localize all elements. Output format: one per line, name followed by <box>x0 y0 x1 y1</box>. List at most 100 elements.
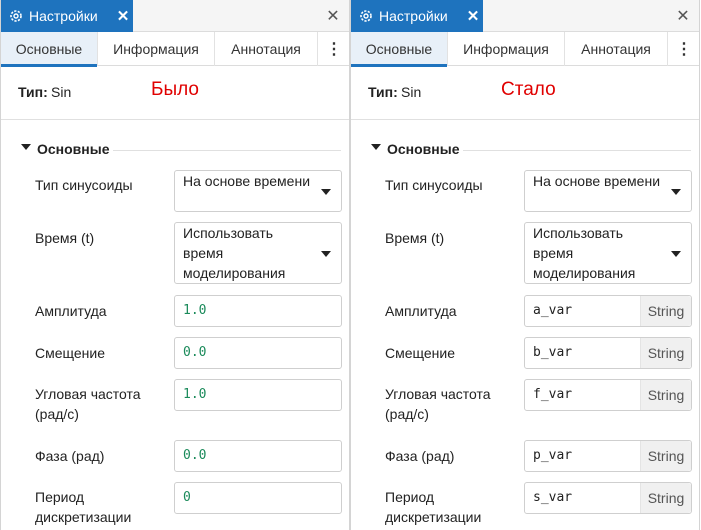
panel-titlebar: Настройки ✕ ✕ <box>351 0 699 32</box>
prop-label: Угловая частота (рад/с) <box>35 386 141 422</box>
row-sine-type: Тип синусоиды На основе времени <box>351 170 699 212</box>
type-tag: String <box>640 441 691 471</box>
frequency-input[interactable]: f_var String <box>524 379 692 411</box>
row-time: Время (t) Использовать время моделирован… <box>1 222 349 284</box>
section-title: Основные <box>37 141 110 157</box>
prop-label: Тип синусоиды <box>385 177 483 193</box>
panel-titlebar: Настройки ✕ ✕ <box>1 0 349 32</box>
section-divider <box>463 150 691 151</box>
phase-input[interactable]: p_var String <box>524 440 692 472</box>
prop-label: Период дискретизации <box>385 489 482 525</box>
input-value: s_var <box>533 490 573 505</box>
type-row: Тип: Sin Стало <box>351 66 699 120</box>
tab-title: Настройки <box>379 8 448 24</box>
caret-down-icon[interactable] <box>21 144 31 150</box>
prop-label: Смещение <box>35 345 106 361</box>
input-value: a_var <box>533 303 573 318</box>
type-label: Тип: <box>368 84 398 100</box>
type-row: Тип: Sin Было <box>1 66 349 120</box>
row-offset: Смещение b_var String <box>351 337 699 369</box>
settings-panel-after: Настройки ✕ ✕ Основные Информация Аннота… <box>350 0 700 530</box>
prop-label: Угловая частота (рад/с) <box>385 386 491 422</box>
sine-type-select[interactable]: На основе времени <box>524 170 692 212</box>
state-label: Стало <box>501 79 556 100</box>
type-tag: String <box>640 483 691 513</box>
row-phase: Фаза (рад) p_var String <box>351 440 699 472</box>
input-value: b_var <box>533 345 573 360</box>
type-tag: String <box>640 338 691 368</box>
section-basic[interactable]: Основные <box>351 136 699 162</box>
gear-icon <box>9 9 23 23</box>
row-amplitude: Амплитуда a_var String <box>351 295 699 327</box>
tab-title: Настройки <box>29 8 98 24</box>
type-value: Sin <box>51 84 72 100</box>
sample-period-input[interactable]: 0 <box>174 482 342 514</box>
phase-input[interactable]: 0.0 <box>174 440 342 472</box>
sine-type-select[interactable]: На основе времени <box>174 170 342 212</box>
close-icon[interactable]: ✕ <box>325 6 341 26</box>
more-vertical-icon[interactable]: ⋮ <box>668 32 699 66</box>
select-value: На основе времени <box>183 173 311 189</box>
close-icon[interactable]: ✕ <box>463 7 483 25</box>
row-amplitude: Амплитуда 1.0 <box>1 295 349 327</box>
row-offset: Смещение 0.0 <box>1 337 349 369</box>
type-label: Тип: <box>18 84 48 100</box>
close-icon[interactable]: ✕ <box>675 6 691 26</box>
input-value: p_var <box>533 448 573 463</box>
select-value: На основе времени <box>533 173 661 189</box>
prop-label: Тип синусоиды <box>35 177 133 193</box>
caret-down-icon[interactable] <box>371 144 381 150</box>
chevron-down-icon <box>321 189 331 195</box>
subtab-bar: Основные Информация Аннотация ⋮ <box>1 32 349 67</box>
chevron-down-icon <box>671 251 681 257</box>
close-icon[interactable]: ✕ <box>113 7 133 25</box>
row-frequency: Угловая частота (рад/с) f_var String <box>351 379 699 423</box>
prop-label: Смещение <box>385 345 456 361</box>
prop-label: Амплитуда <box>35 303 107 319</box>
tab-annotation[interactable]: Аннотация <box>215 32 318 66</box>
chevron-down-icon <box>321 251 331 257</box>
section-divider <box>113 150 341 151</box>
input-value: f_var <box>533 387 573 402</box>
gear-icon <box>359 9 373 23</box>
select-value: Использовать время моделирования <box>183 225 286 281</box>
prop-label: Время (t) <box>385 230 445 246</box>
row-phase: Фаза (рад) 0.0 <box>1 440 349 472</box>
tab-basic[interactable]: Основные <box>351 32 448 67</box>
tab-settings[interactable]: Настройки ✕ <box>351 0 483 32</box>
settings-panel-before: Настройки ✕ ✕ Основные Информация Аннота… <box>0 0 350 530</box>
offset-input[interactable]: 0.0 <box>174 337 342 369</box>
type-value: Sin <box>401 84 422 100</box>
state-label: Было <box>151 79 199 100</box>
row-frequency: Угловая частота (рад/с) 1.0 <box>1 379 349 423</box>
prop-label: Амплитуда <box>385 303 457 319</box>
prop-label: Фаза (рад) <box>385 448 455 464</box>
time-select[interactable]: Использовать время моделирования <box>524 222 692 284</box>
tab-annotation[interactable]: Аннотация <box>565 32 668 66</box>
prop-label: Период дискретизации <box>35 489 132 525</box>
time-select[interactable]: Использовать время моделирования <box>174 222 342 284</box>
section-title: Основные <box>387 141 460 157</box>
row-sample-period: Период дискретизации 0 <box>1 482 349 530</box>
tab-basic[interactable]: Основные <box>1 32 98 67</box>
row-time: Время (t) Использовать время моделирован… <box>351 222 699 284</box>
section-basic[interactable]: Основные <box>1 136 349 162</box>
sample-period-input[interactable]: s_var String <box>524 482 692 514</box>
frequency-input[interactable]: 1.0 <box>174 379 342 411</box>
tab-info[interactable]: Информация <box>98 32 215 66</box>
chevron-down-icon <box>671 189 681 195</box>
tab-info[interactable]: Информация <box>448 32 565 66</box>
amplitude-input[interactable]: 1.0 <box>174 295 342 327</box>
tab-settings[interactable]: Настройки ✕ <box>1 0 133 32</box>
subtab-bar: Основные Информация Аннотация ⋮ <box>351 32 699 67</box>
amplitude-input[interactable]: a_var String <box>524 295 692 327</box>
type-tag: String <box>640 380 691 410</box>
offset-input[interactable]: b_var String <box>524 337 692 369</box>
select-value: Использовать время моделирования <box>533 225 636 281</box>
row-sample-period: Период дискретизации s_var String <box>351 482 699 530</box>
prop-label: Время (t) <box>35 230 95 246</box>
row-sine-type: Тип синусоиды На основе времени <box>1 170 349 212</box>
prop-label: Фаза (рад) <box>35 448 105 464</box>
more-vertical-icon[interactable]: ⋮ <box>318 32 349 66</box>
type-tag: String <box>640 296 691 326</box>
